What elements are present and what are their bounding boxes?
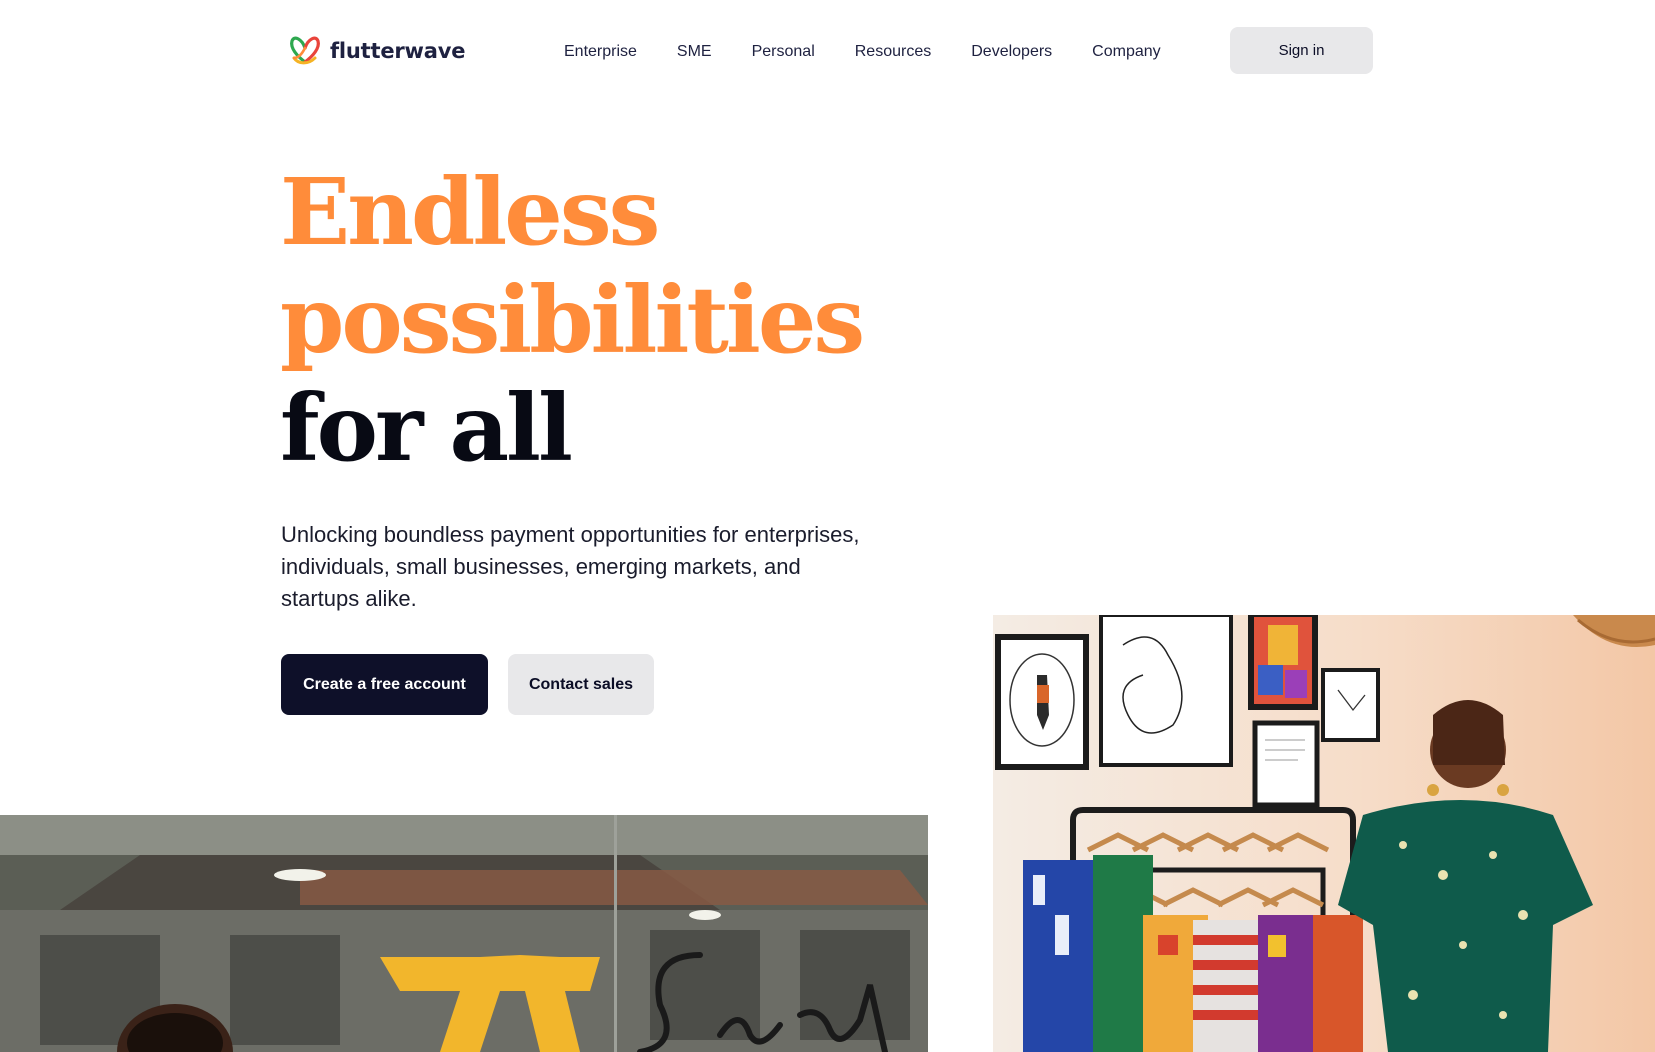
contact-sales-button[interactable]: Contact sales	[508, 654, 654, 715]
logo-wordmark: flutterwave	[330, 39, 466, 63]
nav-item-resources[interactable]: Resources	[855, 43, 931, 61]
nav-item-sme[interactable]: SME	[677, 43, 712, 61]
nav-item-enterprise[interactable]: Enterprise	[564, 43, 637, 61]
headline-line-possibilities: possibilities	[280, 266, 865, 374]
sign-in-button[interactable]: Sign in	[1230, 27, 1373, 74]
main-nav: Enterprise SME Personal Resources Develo…	[564, 40, 1161, 64]
hero-subtitle: Unlocking boundless payment opportunitie…	[281, 522, 860, 611]
site-header: flutterwave Enterprise SME Personal Reso…	[0, 0, 1655, 102]
nav-item-personal[interactable]: Personal	[752, 43, 815, 61]
headline-line-for-all: for all	[280, 374, 573, 482]
storefront-photo	[0, 815, 928, 1052]
clothing-rack-photo	[993, 615, 1655, 1052]
hero-headline: Endless possibilities for all	[280, 158, 865, 482]
headline-line-endless: Endless	[280, 158, 660, 266]
nav-item-developers[interactable]: Developers	[971, 43, 1052, 61]
logo-link[interactable]: flutterwave	[288, 34, 465, 68]
flutterwave-logo-icon	[288, 36, 322, 66]
nav-item-company[interactable]: Company	[1092, 43, 1160, 61]
create-account-button[interactable]: Create a free account	[281, 654, 488, 715]
